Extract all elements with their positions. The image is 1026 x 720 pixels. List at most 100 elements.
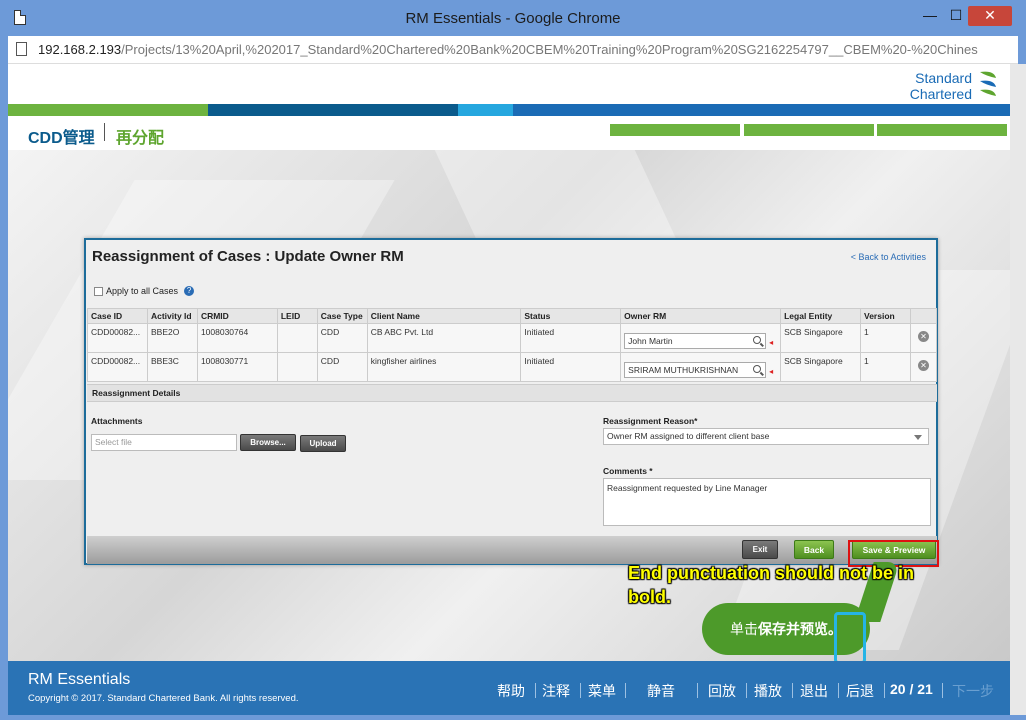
- page-title: CDD管理: [28, 130, 95, 147]
- reassignment-panel: Reassignment of Cases : Update Owner RM …: [84, 238, 939, 567]
- app-footer: RM Essentials Copyright © 2017. Standard…: [8, 661, 1010, 715]
- nav-divider: [884, 683, 885, 698]
- delete-cell: ✕: [909, 352, 938, 382]
- exit-button[interactable]: Exit: [742, 540, 778, 559]
- standard-chartered-logo: Standard Chartered: [890, 68, 1000, 104]
- reassignment-details-header: Reassignment Details: [87, 384, 937, 402]
- stripe-green: [8, 104, 208, 116]
- remove-icon[interactable]: ✕: [917, 331, 929, 342]
- exit-course-button[interactable]: 退出: [800, 681, 828, 701]
- leid-cell: [276, 323, 318, 353]
- page-subtitle: 再分配: [116, 130, 165, 147]
- nav-divider: [535, 683, 536, 698]
- column-header: Activity Id: [146, 308, 198, 324]
- status-cell: Initiated: [520, 352, 622, 382]
- window-titlebar: RM Essentials - Google Chrome — ☐ ✕: [0, 0, 1026, 36]
- legal-entity-cell: SCB Singapore: [780, 352, 861, 382]
- footer-brand: RM Essentials: [28, 671, 131, 688]
- progress-segment-1: [610, 124, 740, 136]
- search-icon[interactable]: [753, 365, 762, 373]
- cases-table: Case ID Activity Id CRMID LEID Case Type…: [87, 308, 938, 382]
- help-icon[interactable]: ?: [184, 286, 195, 296]
- file-input[interactable]: Select file: [91, 434, 237, 451]
- column-header: CRMID: [196, 308, 278, 324]
- bubble-prefix: 单击: [730, 621, 758, 637]
- status-cell: Initiated: [520, 323, 622, 353]
- search-icon[interactable]: [753, 336, 762, 344]
- owner-rm-value: SRIRAM MUTHUKRISHNAN: [628, 365, 739, 375]
- progress-segment-3: [877, 124, 1007, 136]
- delete-cell: ✕: [909, 323, 938, 353]
- case-id-cell: CDD00082...: [87, 323, 148, 353]
- remove-icon[interactable]: ✕: [917, 360, 929, 371]
- client-name-cell: kingfisher airlines: [366, 352, 522, 382]
- crmid-cell: 1008030771: [196, 352, 278, 382]
- maximize-button[interactable]: ☐: [944, 6, 968, 26]
- app-frame: Standard Chartered CDD管理 再分配 Reassignmen…: [8, 64, 1010, 715]
- table-row: CDD00082... BBE2O 1008030764 CDD CB ABC …: [87, 323, 938, 353]
- page-scrollbar[interactable]: [1010, 64, 1026, 715]
- reassignment-reason-select[interactable]: Owner RM assigned to different client ba…: [603, 428, 929, 445]
- panel-action-bar: Exit Back Save & Preview: [87, 536, 937, 564]
- menu-button[interactable]: 菜单: [588, 681, 616, 701]
- owner-rm-value: John Martin: [628, 336, 673, 346]
- logo-line-2: Chartered: [909, 86, 972, 102]
- nav-divider: [838, 683, 839, 698]
- comments-label: Comments *: [603, 466, 653, 476]
- required-marker-icon: ◂: [769, 338, 774, 347]
- page-indicator: 20 / 21: [890, 681, 933, 697]
- owner-rm-lookup-field[interactable]: John Martin ◂: [624, 333, 773, 349]
- apply-all-label: Apply to all Cases: [106, 286, 179, 296]
- url-path: /Projects/13%20April,%202017_Standard%20…: [121, 42, 978, 57]
- version-cell: 1: [860, 352, 911, 382]
- replay-button[interactable]: 回放: [708, 681, 736, 701]
- case-type-cell: CDD: [316, 323, 368, 353]
- owner-rm-cell: John Martin ◂: [620, 323, 782, 353]
- upload-button[interactable]: Upload: [300, 435, 346, 452]
- url-text[interactable]: 192.168.2.193/Projects/13%20April,%20201…: [38, 42, 978, 57]
- back-to-activities-link[interactable]: < Back to Activities: [851, 252, 926, 262]
- notes-button[interactable]: 注释: [542, 681, 570, 701]
- previous-button[interactable]: 后退: [846, 681, 874, 701]
- progress-segment-2: [744, 124, 874, 136]
- comments-field[interactable]: Reassignment requested by Line Manager: [603, 478, 931, 526]
- logo-mark-icon: [980, 71, 996, 96]
- address-bar[interactable]: 192.168.2.193/Projects/13%20April,%20201…: [8, 36, 1018, 64]
- title-divider: [104, 123, 105, 141]
- column-header: Case ID: [87, 308, 148, 324]
- required-marker-icon: ◂: [769, 367, 774, 376]
- reassignment-reason-value: Owner RM assigned to different client ba…: [607, 431, 770, 441]
- page-header: CDD管理 再分配: [8, 116, 1010, 150]
- nav-divider: [580, 683, 581, 698]
- url-host: 192.168.2.193: [38, 42, 122, 57]
- nav-divider: [625, 683, 626, 698]
- column-header: Version: [860, 308, 911, 324]
- play-button[interactable]: 播放: [754, 681, 782, 701]
- stripe-blue: [513, 104, 1010, 116]
- client-name-cell: CB ABC Pvt. Ltd: [366, 323, 522, 353]
- next-button[interactable]: 下一步: [952, 681, 994, 701]
- table-header-row: Case ID Activity Id CRMID LEID Case Type…: [87, 308, 938, 324]
- nav-divider: [746, 683, 747, 698]
- apply-to-all-option[interactable]: Apply to all Cases ?: [94, 286, 195, 296]
- footer-copyright: Copyright © 2017. Standard Chartered Ban…: [28, 693, 299, 704]
- legal-entity-cell: SCB Singapore: [780, 323, 861, 353]
- back-button[interactable]: Back: [794, 540, 834, 559]
- help-button[interactable]: 帮助: [497, 681, 525, 701]
- case-id-cell: CDD00082...: [87, 352, 148, 382]
- crmid-cell: 1008030764: [196, 323, 278, 353]
- attachments-label: Attachments: [91, 416, 143, 426]
- page-icon: [16, 42, 27, 56]
- minimize-button[interactable]: —: [918, 6, 942, 26]
- leid-cell: [276, 352, 318, 382]
- owner-rm-lookup-field[interactable]: SRIRAM MUTHUKRISHNAN ◂: [624, 362, 773, 378]
- mute-button[interactable]: 静音: [647, 681, 675, 701]
- browse-button[interactable]: Browse...: [240, 434, 296, 451]
- bubble-bold-text: 保存并预览。: [758, 621, 842, 637]
- column-header: Legal Entity: [780, 308, 861, 324]
- column-header: Status: [520, 308, 622, 324]
- nav-divider: [697, 683, 698, 698]
- close-button[interactable]: ✕: [968, 6, 1012, 26]
- panel-title: Reassignment of Cases : Update Owner RM: [92, 248, 404, 265]
- apply-all-checkbox[interactable]: [94, 286, 103, 296]
